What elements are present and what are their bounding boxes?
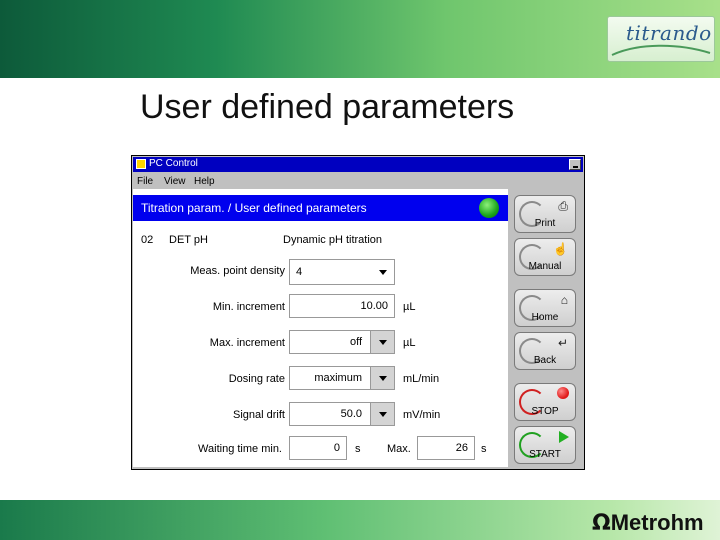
metrohm-logo: ΩMetrohm xyxy=(592,510,704,536)
min-increment-value: 10.00 xyxy=(360,300,388,312)
parameter-panel: Titration param. / User defined paramete… xyxy=(133,189,508,467)
home-button[interactable]: ⌂ Home xyxy=(514,289,576,327)
dosing-rate-unit: mL/min xyxy=(403,373,440,385)
start-button-label: START xyxy=(529,449,561,460)
back-arrow-icon: ↵ xyxy=(557,336,568,350)
chevron-down-icon[interactable] xyxy=(370,330,395,354)
waiting-time-max-label: Max. xyxy=(387,443,411,455)
chevron-down-icon[interactable] xyxy=(370,366,395,390)
window-title: PC Control xyxy=(149,158,198,169)
manual-button[interactable]: ☝ Manual xyxy=(514,238,576,276)
pc-control-window: PC Control File View Help Titration para… xyxy=(131,155,585,470)
app-icon xyxy=(136,159,146,169)
chevron-down-icon xyxy=(379,270,387,275)
max-increment-label: Max. increment xyxy=(209,337,285,349)
waiting-time-max-value: 26 xyxy=(455,442,468,454)
max-increment-value: off xyxy=(349,336,362,348)
min-increment-label: Min. increment xyxy=(212,301,285,313)
print-button[interactable]: ⎙ Print xyxy=(514,195,576,233)
slide-title: User defined parameters xyxy=(140,88,515,126)
metrohm-logo-text: Metrohm xyxy=(610,510,704,535)
stop-button[interactable]: STOP xyxy=(514,383,576,421)
method-number: 02 xyxy=(141,234,154,246)
menu-view[interactable]: View xyxy=(164,176,186,187)
stop-indicator-icon xyxy=(557,387,569,399)
waiting-time-min-unit: s xyxy=(355,443,361,455)
max-increment-combo[interactable]: off xyxy=(289,330,395,354)
waiting-time-max-unit: s xyxy=(481,443,487,455)
action-button-panel: ⎙ Print ☝ Manual ⌂ Home ↵ Back STOP STAR… xyxy=(509,189,582,467)
omega-logo-icon: Ω xyxy=(592,511,611,536)
meas-point-density-select[interactable]: 4 xyxy=(289,259,395,285)
waiting-time-max-input[interactable]: 26 xyxy=(417,436,475,460)
meas-point-density-value: 4 xyxy=(296,266,303,278)
start-button[interactable]: START xyxy=(514,426,576,464)
method-name: Dynamic pH titration xyxy=(283,234,383,246)
waiting-time-min-label: Waiting time min. xyxy=(198,443,282,455)
signal-drift-combo[interactable]: 50.0 xyxy=(289,402,395,426)
menubar: File View Help xyxy=(133,173,583,189)
method-mode: DET pH xyxy=(169,234,208,246)
dosing-rate-value: maximum xyxy=(314,372,362,384)
menu-file[interactable]: File xyxy=(137,176,153,187)
stop-button-label: STOP xyxy=(531,406,559,417)
titrando-logo: titrando xyxy=(607,16,715,62)
logo-swoosh-icon xyxy=(611,44,711,56)
meas-point-density-label: Meas. point density xyxy=(190,265,285,277)
section-header-text: Titration param. / User defined paramete… xyxy=(141,201,367,215)
max-increment-unit: µL xyxy=(403,337,416,349)
home-button-label: Home xyxy=(531,312,559,323)
dosing-rate-combo[interactable]: maximum xyxy=(289,366,395,390)
min-increment-unit: µL xyxy=(403,301,416,313)
menu-help[interactable]: Help xyxy=(194,176,215,187)
printer-icon: ⎙ xyxy=(558,199,568,213)
minimize-button[interactable] xyxy=(569,159,581,170)
home-icon: ⌂ xyxy=(560,293,568,307)
hand-icon: ☝ xyxy=(553,242,568,256)
chevron-down-icon[interactable] xyxy=(370,402,395,426)
signal-drift-value: 50.0 xyxy=(340,408,362,420)
signal-drift-label: Signal drift xyxy=(233,409,285,421)
back-button[interactable]: ↵ Back xyxy=(514,332,576,370)
min-increment-input[interactable]: 10.00 xyxy=(289,294,395,318)
waiting-time-min-input[interactable]: 0 xyxy=(289,436,347,460)
status-indicator-icon xyxy=(479,198,499,218)
window-titlebar[interactable]: PC Control xyxy=(133,157,583,172)
waiting-time-min-value: 0 xyxy=(333,442,340,454)
print-button-label: Print xyxy=(534,218,556,229)
section-header: Titration param. / User defined paramete… xyxy=(133,195,508,221)
signal-drift-unit: mV/min xyxy=(403,409,441,421)
back-button-label: Back xyxy=(533,355,557,366)
manual-button-label: Manual xyxy=(528,261,562,272)
dosing-rate-label: Dosing rate xyxy=(228,373,285,385)
play-icon xyxy=(559,431,569,443)
